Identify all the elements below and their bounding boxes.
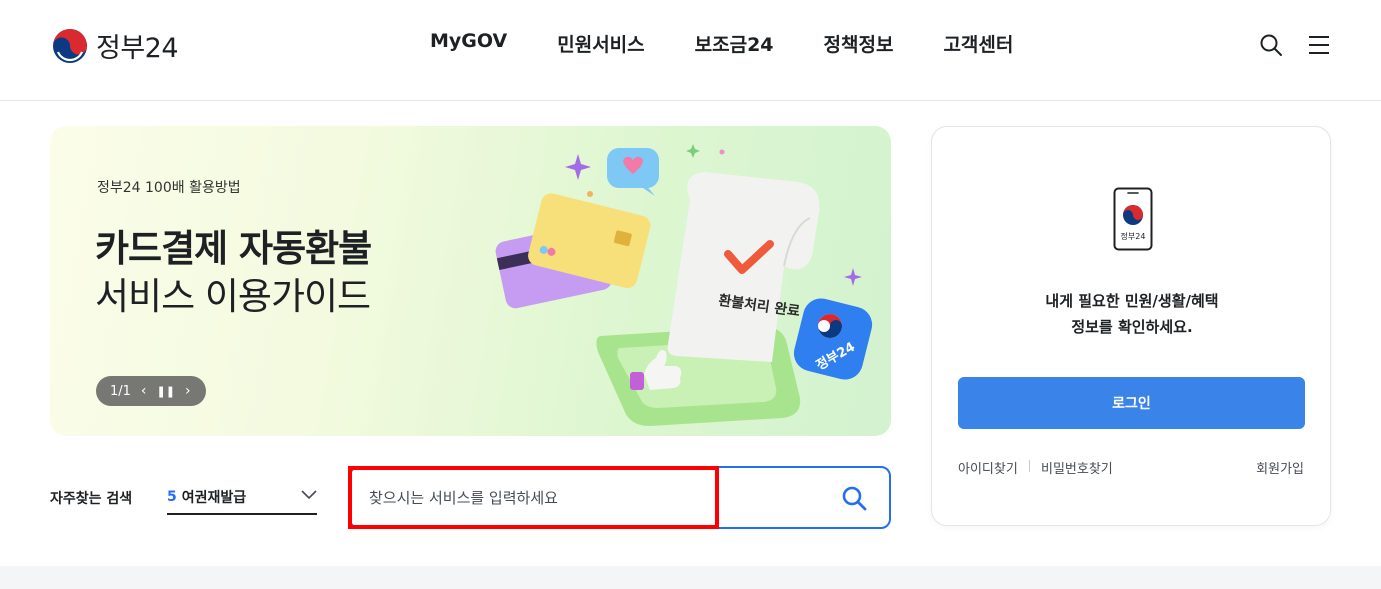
login-button[interactable]: 로그인	[958, 377, 1305, 429]
main-nav: MyGOV 민원서비스 보조금24 정책정보 고객센터	[405, 30, 1038, 57]
nav-item-subsidy24[interactable]: 보조금24	[670, 30, 799, 57]
site-logo[interactable]: 정부24	[52, 26, 179, 65]
promo-banner[interactable]: 정부24 100배 활용방법 카드결제 자동환불 서비스 이용가이드 1/1 ‹…	[50, 126, 891, 436]
banner-kicker: 정부24 100배 활용방법	[97, 180, 241, 196]
nav-item-mygov[interactable]: MyGOV	[405, 30, 532, 57]
login-card: 정부24 내게 필요한 민원/생활/혜택 정보를 확인하세요. 로그인 아이디찾…	[931, 126, 1331, 526]
taegeuk-logo-icon	[53, 28, 87, 63]
service-search-input[interactable]	[369, 486, 709, 510]
hamburger-menu-icon[interactable]	[1307, 33, 1331, 57]
nav-item-customer-center[interactable]: 고객센터	[918, 30, 1038, 57]
favorites-search-label: 자주찾는 검색	[50, 491, 133, 507]
banner-prev-icon[interactable]: ‹	[141, 384, 147, 398]
refund-illustration: 환불처리 완료 정부24	[495, 144, 873, 426]
banner-title: 카드결제 자동환불	[95, 227, 372, 270]
banner-pager-control: 1/1 ‹ ❚❚ ›	[96, 376, 206, 406]
login-message-line1: 내게 필요한 민원/생활/혜택	[1045, 292, 1219, 310]
find-password-link[interactable]: 비밀번호찾기	[1041, 458, 1113, 477]
site-header: 정부24 MyGOV 민원서비스 보조금24 정책정보 고객센터	[0, 0, 1381, 101]
banner-pause-icon[interactable]: ❚❚	[157, 386, 175, 397]
banner-next-icon[interactable]: ›	[185, 384, 191, 398]
gov24-app-phone-icon: 정부24	[1113, 187, 1153, 251]
banner-pager-count: 1/1	[110, 383, 131, 399]
nav-item-civil-services[interactable]: 민원서비스	[532, 30, 669, 57]
nav-item-policy-info[interactable]: 정책정보	[799, 30, 919, 57]
search-icon[interactable]	[1259, 33, 1283, 57]
banner-subtitle: 서비스 이용가이드	[95, 275, 371, 318]
link-divider	[1029, 460, 1030, 472]
section-divider-strip	[0, 566, 1381, 589]
signup-link[interactable]: 회원가입	[1256, 458, 1304, 477]
chevron-down-icon	[301, 490, 317, 500]
favorites-search-select[interactable]: 5 여권재발급	[167, 480, 317, 515]
app-icon-label: 정부24	[1121, 231, 1146, 241]
search-submit-icon[interactable]	[841, 485, 867, 511]
service-search-box	[349, 466, 891, 529]
logo-text: 정부24	[96, 33, 179, 64]
favorite-rank-number: 5	[167, 488, 177, 505]
find-id-link[interactable]: 아이디찾기	[958, 458, 1018, 477]
favorite-selected-text: 여권재발급	[181, 489, 247, 506]
login-message-line2: 정보를 확인하세요.	[1071, 318, 1193, 336]
